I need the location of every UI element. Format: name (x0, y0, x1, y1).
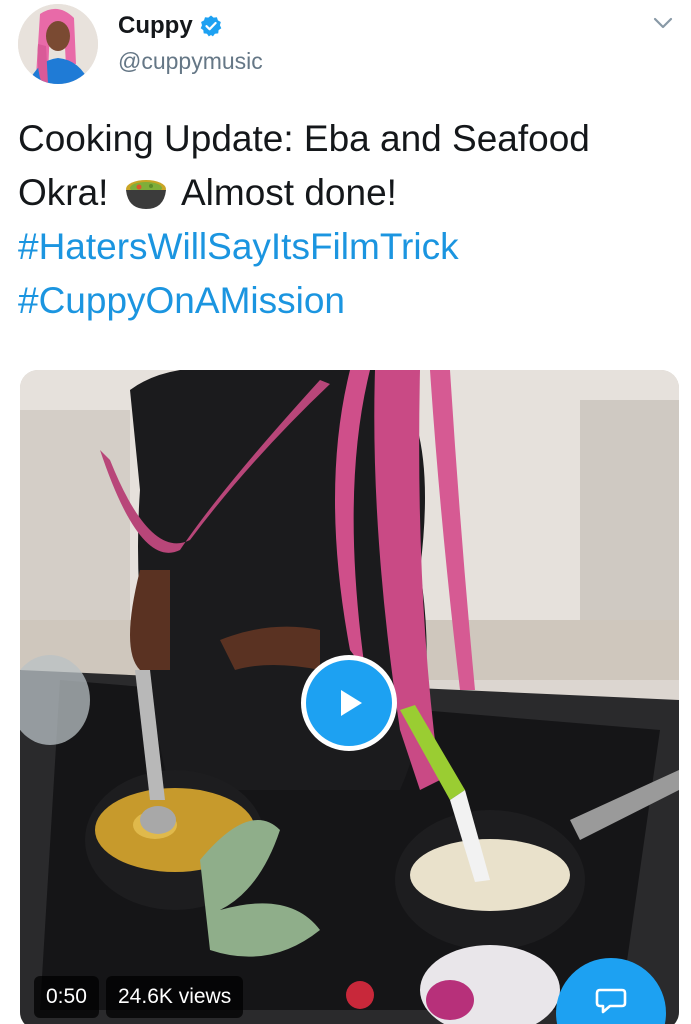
tweet-line-2-end: Almost done! (181, 172, 397, 213)
hashtag-link[interactable]: #CuppyOnAMission (18, 274, 673, 328)
user-handle[interactable]: @cuppymusic (118, 48, 263, 75)
avatar[interactable] (18, 4, 98, 84)
compose-reply-icon (595, 988, 627, 1014)
tweet-text: Cooking Update: Eba and Seafood Okra! Al… (18, 112, 673, 328)
play-button[interactable] (301, 655, 397, 751)
tweet-line-2-start: Okra! (18, 172, 109, 213)
video-duration: 0:50 (34, 976, 99, 1018)
tweet-line-2: Okra! Almost done! (18, 166, 673, 220)
name-row: Cuppy (118, 12, 223, 40)
hashtag-link[interactable]: #HatersWillSayItsFilmTrick (18, 220, 673, 274)
verified-badge-icon (200, 15, 221, 37)
tweet-line-1: Cooking Update: Eba and Seafood (18, 118, 590, 159)
display-name[interactable]: Cuppy (118, 12, 193, 40)
tweet-header: Cuppy @cuppymusic (0, 0, 691, 100)
video-view-count: 24.6K views (106, 976, 244, 1018)
stew-bowl-emoji (125, 180, 166, 209)
play-icon (341, 690, 362, 716)
chevron-down-icon[interactable] (650, 10, 676, 36)
video-player[interactable]: 0:50 24.6K views (20, 370, 679, 1024)
